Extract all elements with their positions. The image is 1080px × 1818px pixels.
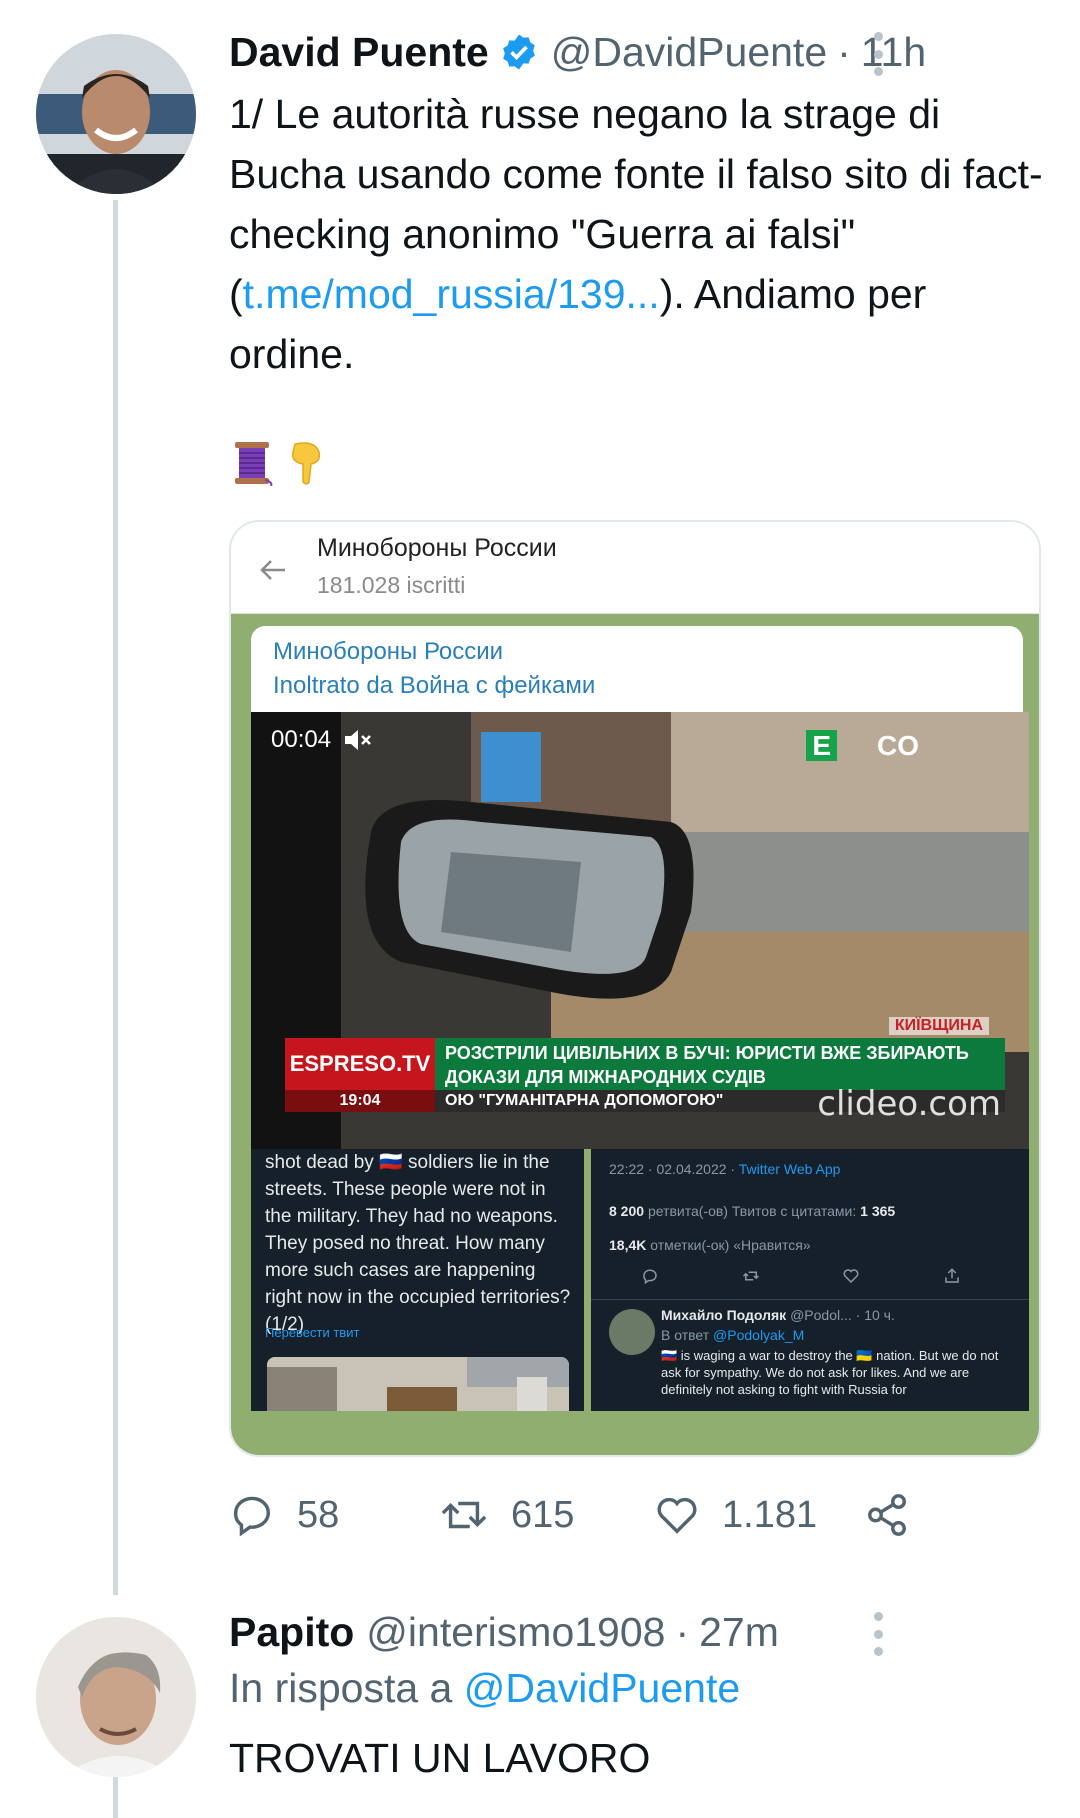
forwarded-channel-name: Минобороны России [273,638,504,665]
reply-to-prefix: In risposta a [229,1665,453,1711]
tweet-link[interactable]: t.me/mod_russia/139... [243,271,660,317]
reply-timestamp[interactable]: 27m [699,1609,779,1656]
embedded-reply-body: 🇷🇺 is waging a war to destroy the 🇺🇦 nat… [661,1348,999,1397]
tweet-action-bar: 58 615 1.181 [229,1480,929,1550]
translate-tweet-link: Перевести твит [265,1325,360,1340]
reply-body: TROVATI UN LAVORO [229,1735,651,1781]
reply-author-handle[interactable]: @interismo1908 [366,1609,665,1656]
like-button[interactable]: 1.181 [654,1480,817,1550]
embedded-retweet-icon [742,1271,759,1281]
reply-author-avatar[interactable] [36,1617,196,1777]
verified-badge-icon [502,34,535,70]
author-avatar[interactable] [36,34,196,194]
tv-channel-logo: E CO [806,730,919,762]
embedded-reply-to: В ответ @Podolyak_M [661,1327,805,1343]
news-clock: 19:04 [285,1090,435,1112]
embedded-reply-avatar [609,1309,655,1355]
header-separator: · [837,28,851,75]
reply-header: Papito @interismo1908 · 27m [229,1604,779,1660]
thread-connector-line [113,200,118,1595]
share-icon [868,1494,906,1536]
news-headline: РОЗСТРІЛИ ЦИВІЛЬНИХ В БУЧІ: ЮРИСТИ ВЖЕ З… [435,1038,1005,1090]
like-heart-icon [657,1497,697,1534]
telegram-subscriber-count: 181.028 iscritti [317,572,466,598]
news-ticker: ОЮ "ГУМАНІТАРНА ДОПОМОГОЮ" [445,1092,724,1109]
reply-to-line: In risposta a @DavidPuente [229,1665,740,1712]
embedded-tweet-text-panel: shot dead by 🇷🇺 soldiers lie in the stre… [251,1149,584,1411]
embedded-tweet-meta: 22:22 · 02.04.2022 · Twitter Web App [609,1161,841,1177]
reply-count: 58 [297,1493,340,1536]
share-button[interactable] [864,1480,932,1550]
telegram-channel-name: Минобороны России [317,534,557,562]
embedded-tweet-stats-panel: 22:22 · 02.04.2022 · Twitter Web App 8 2… [591,1149,1029,1411]
reply-avatar-portrait-image [36,1617,196,1777]
forwarded-message-header: Минобороны России Inoltrato da Война с ф… [251,626,1023,721]
video-watermark: clideo.com [817,1084,1001,1124]
reply-more-options-icon[interactable] [858,1604,898,1664]
region-label: КИЇВЩИНА [888,1017,989,1035]
more-options-icon[interactable] [858,24,898,84]
back-arrow-icon [260,560,285,580]
telegram-channel-bar: Минобороны России 181.028 iscritti [231,522,1039,614]
thread-spool-emoji-icon [235,442,273,486]
embedded-reply-author: Михайло Подоляк @Podol... · 10 ч. [661,1307,895,1323]
retweet-button[interactable]: 615 [439,1480,574,1550]
like-count: 1.181 [722,1493,818,1536]
reply-header-separator: · [675,1608,690,1655]
reply-to-handle-link[interactable]: @DavidPuente [464,1665,740,1711]
video-frame: 00:04 E CO КИЇВЩИНА ESPRESO.TV РОЗСТРІЛИ … [251,712,1029,1149]
embedded-tweet-actions [641,1267,961,1285]
tweet-header: David Puente @DavidPuente · 11h [229,24,926,80]
embedded-like-icon [843,1269,859,1284]
forwarded-from-label: Inoltrato da Война с фейками [273,672,596,699]
embedded-reply-icon [643,1269,657,1285]
embedded-like-stats: 18,4K отметки(-ок) «Нравится» [609,1237,811,1253]
embedded-retweet-stats: 8 200 ретвита(-ов) Твитов с цитатами: 1 … [609,1203,896,1219]
street-photo-image [267,1357,569,1411]
video-timestamp: 00:04 [271,726,332,753]
reply-icon [233,1496,270,1537]
embedded-share-icon [945,1268,959,1283]
retweet-icon [441,1501,487,1529]
embedded-separator [591,1299,1029,1300]
tweet-emoji-row [229,440,325,486]
pointing-down-emoji-icon [291,442,321,485]
embedded-tweet-text: shot dead by 🇷🇺 soldiers lie in the stre… [265,1152,571,1335]
network-label: ESPRESO.TV [285,1038,435,1090]
reply-button[interactable]: 58 [229,1480,339,1550]
avatar-portrait-image [36,34,196,194]
embedded-image-card[interactable]: Минобороны России 181.028 iscritti Миноб… [229,520,1041,1457]
tweet-body: 1/ Le autorità russe negano la strage di… [229,84,1049,384]
author-name[interactable]: David Puente [229,29,489,76]
muted-speaker-icon[interactable] [343,726,373,754]
author-handle[interactable]: @DavidPuente [551,29,827,76]
retweet-count: 615 [511,1493,575,1536]
embedded-tweet-photo [267,1357,569,1411]
reply-author-name[interactable]: Papito [229,1609,354,1656]
